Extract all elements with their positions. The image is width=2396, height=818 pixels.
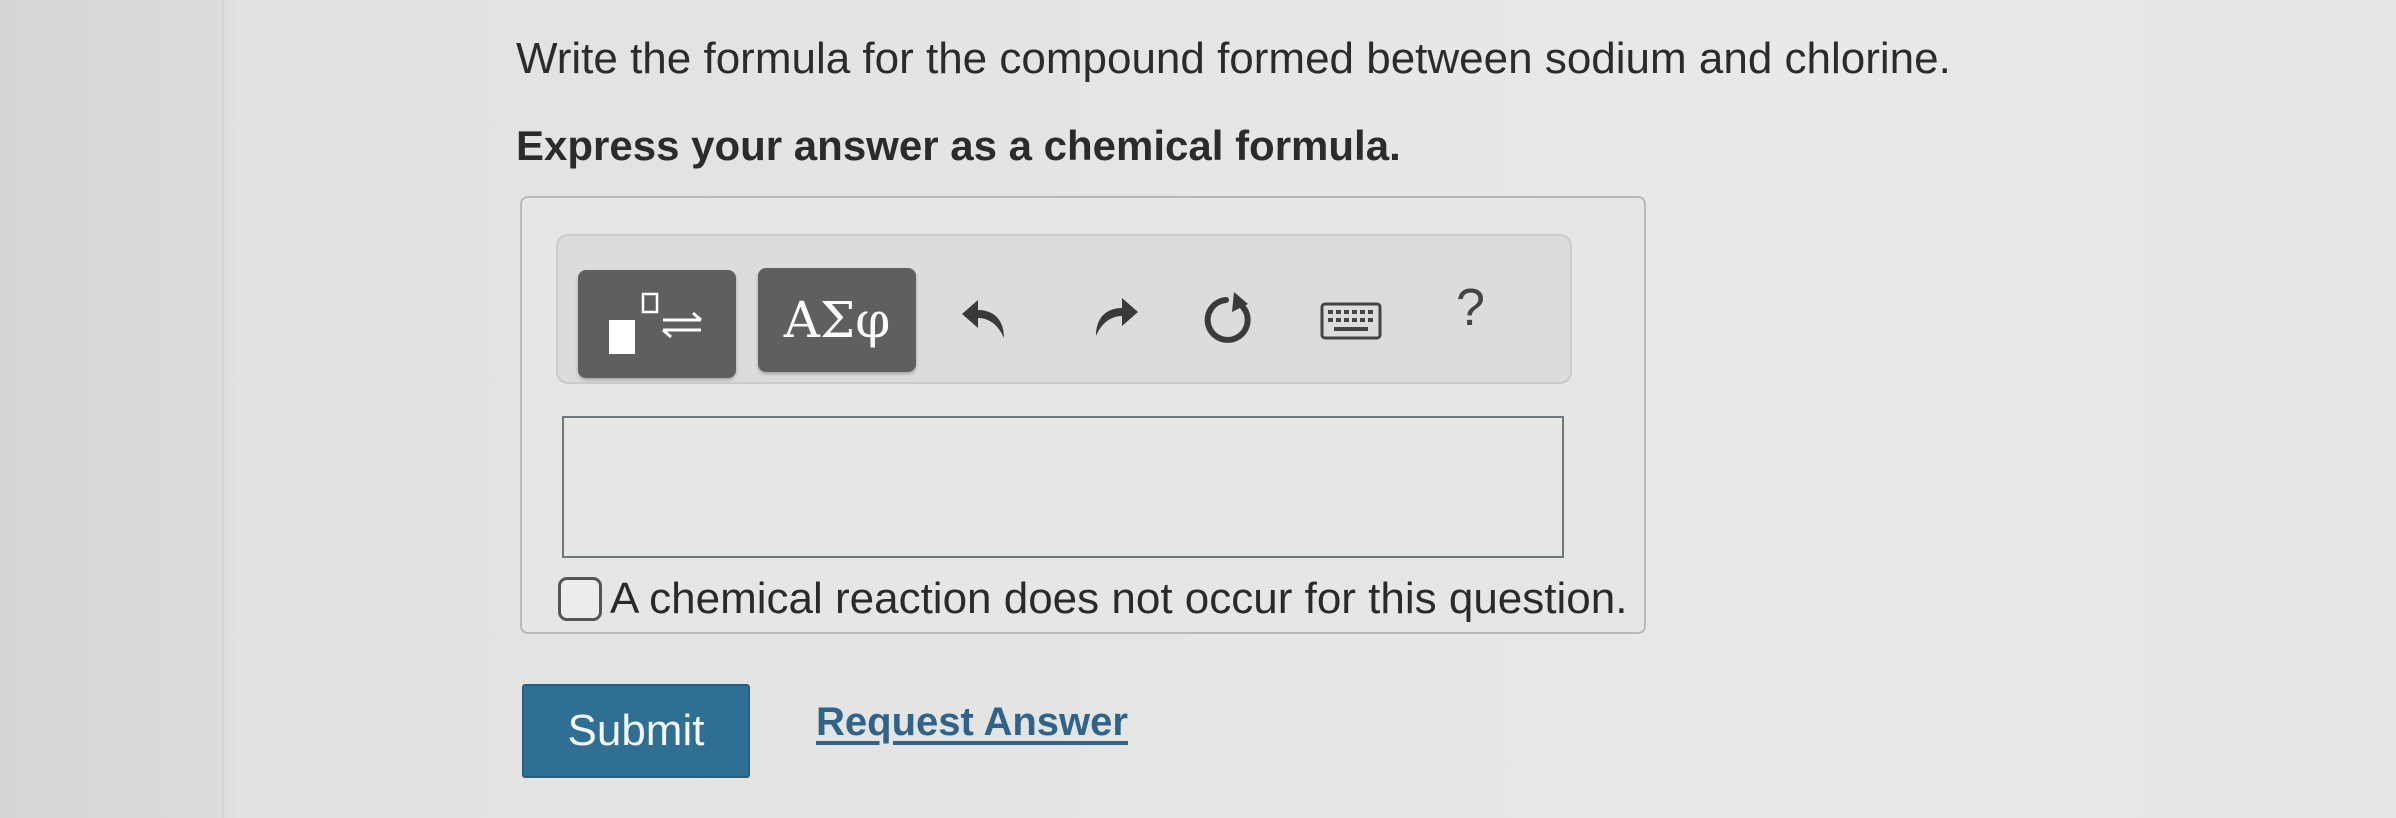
symbols-button[interactable]: ΑΣφ — [758, 268, 916, 372]
answer-instruction: Express your answer as a chemical formul… — [516, 122, 1401, 169]
page-edge — [222, 0, 226, 818]
answer-input[interactable] — [562, 416, 1564, 558]
symbols-label: ΑΣφ — [783, 291, 891, 349]
question-text: Write the formula for the compound forme… — [516, 34, 1951, 83]
keyboard-icon[interactable] — [1320, 302, 1382, 345]
redo-icon[interactable] — [1088, 292, 1140, 345]
help-label: ? — [1456, 279, 1485, 337]
no-reaction-option[interactable]: A chemical reaction does not occur for t… — [558, 574, 1627, 624]
help-button[interactable]: ? — [1456, 278, 1485, 338]
templates-button[interactable] — [578, 270, 736, 378]
reset-icon[interactable] — [1198, 290, 1256, 353]
request-answer-link[interactable]: Request Answer — [816, 700, 1128, 745]
no-reaction-checkbox[interactable] — [558, 577, 602, 621]
undo-icon[interactable] — [960, 294, 1012, 347]
templates-subscript-arrows-icon — [609, 292, 702, 354]
no-reaction-label: A chemical reaction does not occur for t… — [610, 574, 1628, 623]
submit-button[interactable]: Submit — [522, 684, 750, 778]
